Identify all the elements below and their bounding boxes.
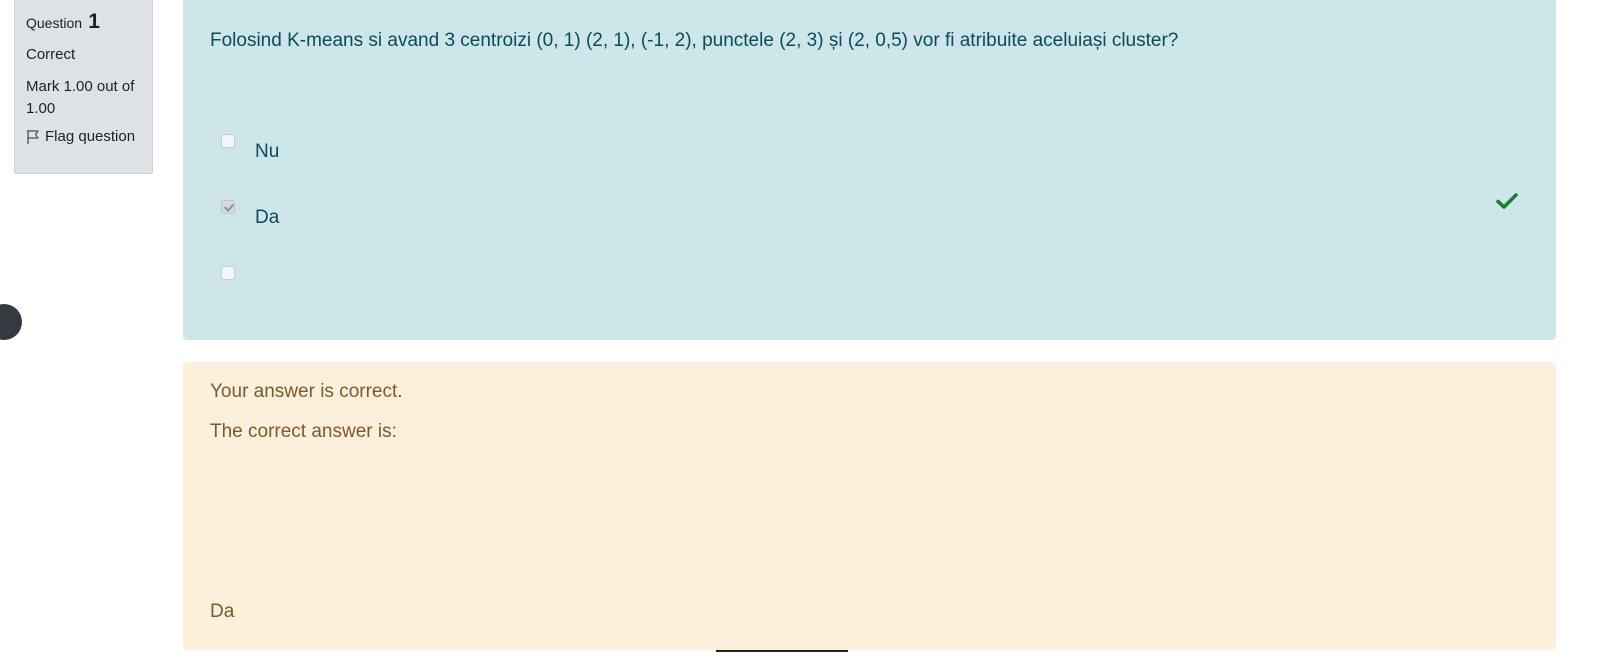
question-content: Folosind K-means si avand 3 centroizi (0… (183, 0, 1556, 340)
flag-question-label: Flag question (45, 128, 136, 145)
question-number: 1 (88, 10, 100, 33)
answer-checkbox[interactable] (221, 266, 235, 280)
question-number-heading: Question 1 (26, 10, 141, 34)
feedback-result: Your answer is correct. (210, 381, 403, 402)
question-status: Correct (26, 46, 76, 63)
answer-option-label: Da (255, 207, 280, 228)
question-text: Folosind K-means si avand 3 centroizi (0… (210, 30, 1179, 51)
quiz-review-page: Question 1 Correct Mark 1.00 out of 1.00… (0, 0, 1600, 663)
correct-answer-value: Da (210, 601, 235, 622)
answer-option-label: Nu (255, 141, 280, 162)
flag-icon (27, 129, 39, 144)
bottom-divider (716, 650, 848, 652)
feedback-box: Your answer is correct. The correct answ… (183, 362, 1556, 650)
question-mark: Mark 1.00 out of 1.00 (26, 78, 135, 117)
flag-question-link[interactable]: Flag question (26, 128, 141, 145)
answer-option[interactable] (221, 263, 255, 280)
question-label: Question (26, 15, 83, 31)
side-drawer-toggle[interactable] (0, 304, 22, 340)
answer-checkbox[interactable] (221, 134, 235, 148)
answer-option[interactable]: Da (221, 197, 279, 229)
correct-check-icon (1496, 193, 1518, 209)
answer-option[interactable]: Nu (221, 131, 279, 163)
answer-checkbox-checked[interactable] (221, 200, 235, 214)
correct-answer-label: The correct answer is: (210, 421, 397, 442)
question-info-panel: Question 1 Correct Mark 1.00 out of 1.00… (14, 0, 153, 174)
